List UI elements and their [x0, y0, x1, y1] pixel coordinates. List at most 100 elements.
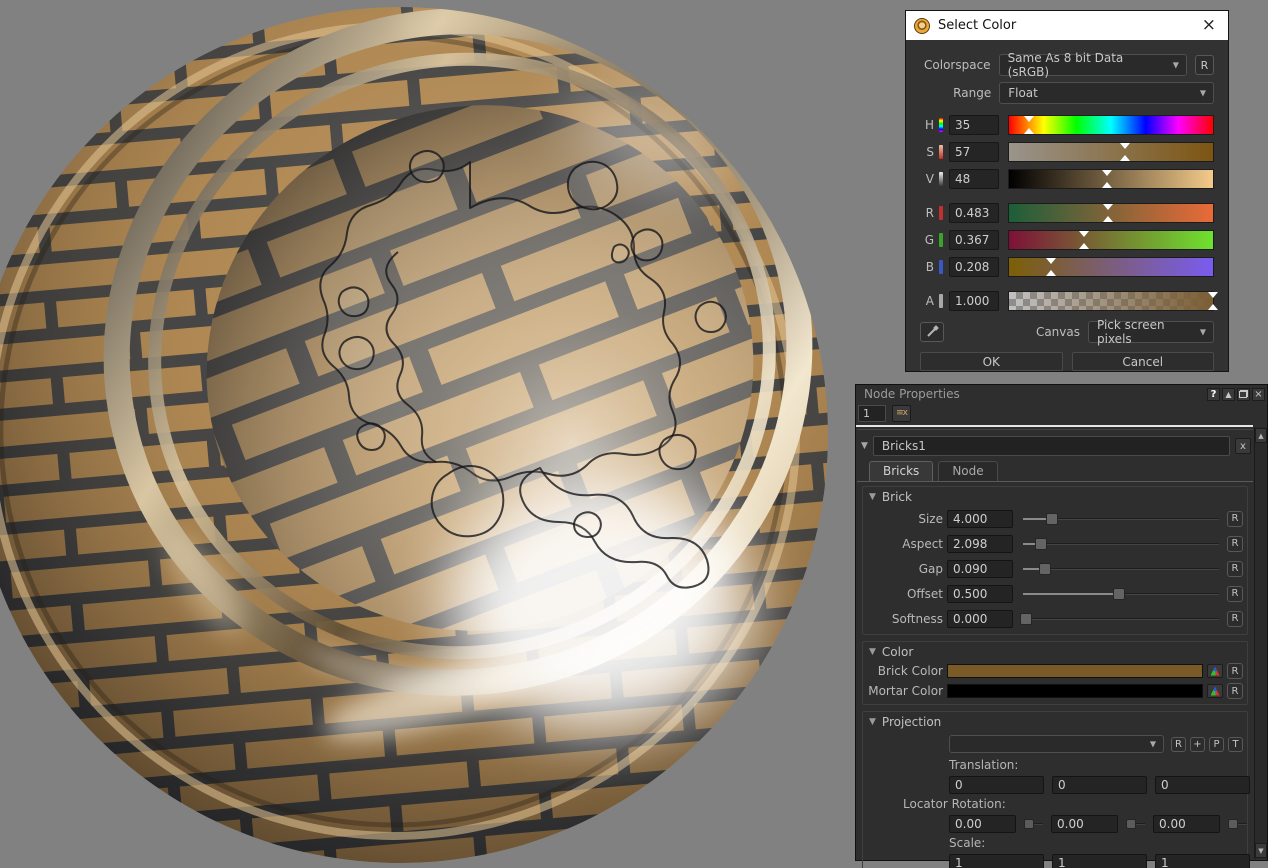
slider-thumb[interactable]	[1046, 513, 1058, 525]
offset-input[interactable]	[947, 585, 1013, 603]
node-properties-panel: Node Properties ? ▲ × ≡x ▲ ▼ ▼ Bricks1 x…	[855, 384, 1268, 861]
blue-value-input[interactable]	[949, 257, 999, 277]
translation-z-input[interactable]	[1155, 776, 1250, 794]
tab-bricks[interactable]: Bricks	[869, 461, 933, 481]
reset-button[interactable]: R	[1227, 611, 1243, 627]
value-slider[interactable]	[1008, 169, 1214, 189]
softness-input[interactable]	[947, 610, 1013, 628]
scroll-down-icon[interactable]: ▼	[1255, 843, 1267, 858]
group-projection-header[interactable]: ▼ Projection	[863, 712, 1247, 731]
slider-marker-bottom[interactable]	[1079, 243, 1089, 249]
slider-marker-top[interactable]	[1046, 258, 1056, 264]
scale-x-input[interactable]	[949, 854, 1044, 868]
slider-marker-top[interactable]	[1079, 231, 1089, 237]
slider-marker-bottom[interactable]	[1102, 182, 1112, 188]
help-icon[interactable]: ?	[1207, 388, 1220, 401]
value-value-input[interactable]	[949, 169, 999, 189]
softness-slider[interactable]	[1023, 610, 1219, 628]
group-brick-header[interactable]: ▼ Brick	[863, 487, 1247, 506]
rotation-z-input[interactable]	[1153, 815, 1220, 833]
rotation-y-input[interactable]	[1051, 815, 1118, 833]
size-input[interactable]	[947, 510, 1013, 528]
cancel-button[interactable]: Cancel	[1072, 352, 1215, 371]
hue-slider[interactable]	[1008, 115, 1214, 135]
panel-titlebar[interactable]: Node Properties ? ▲ ×	[856, 385, 1267, 402]
rotation-x-mini-slider[interactable]	[1024, 819, 1043, 829]
pick-button[interactable]: P	[1209, 737, 1224, 752]
close-icon[interactable]: ×	[1198, 17, 1220, 34]
slider-marker-bottom[interactable]	[1046, 270, 1056, 276]
alpha-slider[interactable]	[1008, 291, 1214, 311]
max-panels-input[interactable]	[858, 405, 886, 422]
clear-panels-button[interactable]: ≡x	[892, 405, 911, 422]
gap-slider[interactable]	[1023, 560, 1219, 578]
translation-x-input[interactable]	[949, 776, 1044, 794]
slider-thumb[interactable]	[1020, 613, 1032, 625]
rotation-y-mini-slider[interactable]	[1126, 819, 1145, 829]
mortar-color-swatch[interactable]	[947, 684, 1203, 698]
offset-slider[interactable]	[1023, 585, 1219, 603]
node-name-field[interactable]: Bricks1	[873, 436, 1230, 456]
slider-marker-top[interactable]	[1024, 116, 1034, 122]
group-color-header[interactable]: ▼ Color	[863, 642, 1247, 661]
reset-button[interactable]: R	[1227, 561, 1243, 577]
scroll-up-icon[interactable]: ▲	[1255, 428, 1267, 443]
aspect-slider[interactable]	[1023, 535, 1219, 553]
size-slider[interactable]	[1023, 510, 1219, 528]
collapse-icon[interactable]: ▼	[861, 441, 868, 451]
rotation-z-mini-slider[interactable]	[1228, 819, 1247, 829]
saturation-value-input[interactable]	[949, 142, 999, 162]
rotation-x-input[interactable]	[949, 815, 1016, 833]
slider-marker-bottom[interactable]	[1024, 128, 1034, 134]
slider-marker-top[interactable]	[1102, 170, 1112, 176]
slider-marker-bottom[interactable]	[1120, 155, 1130, 161]
reset-button[interactable]: R	[1171, 737, 1186, 752]
saturation-slider[interactable]	[1008, 142, 1214, 162]
close-icon[interactable]: ×	[1252, 388, 1265, 401]
scale-y-input[interactable]	[1052, 854, 1147, 868]
color-wheel-button[interactable]	[1207, 684, 1223, 698]
red-value-input[interactable]	[949, 203, 999, 223]
reset-button[interactable]: R	[1227, 663, 1243, 679]
colorspace-dropdown[interactable]: Same As 8 bit Data (sRGB) ▼	[999, 54, 1187, 76]
ok-button[interactable]: OK	[920, 352, 1063, 371]
brick-color-swatch[interactable]	[947, 664, 1203, 678]
alpha-value-input[interactable]	[949, 291, 999, 311]
float-window-icon[interactable]	[1237, 388, 1250, 401]
close-node-panel-button[interactable]: x	[1235, 438, 1251, 454]
blue-slider[interactable]	[1008, 257, 1214, 277]
slider-marker-top[interactable]	[1208, 292, 1218, 298]
track-button[interactable]: T	[1228, 737, 1243, 752]
add-button[interactable]: +	[1190, 737, 1205, 752]
scrollbar[interactable]: ▲ ▼	[1254, 427, 1267, 859]
reset-button[interactable]: R	[1227, 683, 1243, 699]
tab-node[interactable]: Node	[938, 461, 997, 481]
slider-marker-bottom[interactable]	[1103, 216, 1113, 222]
reset-button[interactable]: R	[1227, 511, 1243, 527]
minimize-icon[interactable]: ▲	[1222, 388, 1235, 401]
green-value-input[interactable]	[949, 230, 999, 250]
dialog-titlebar[interactable]: Select Color ×	[906, 11, 1228, 40]
color-wheel-button[interactable]	[1207, 664, 1223, 678]
slider-marker-bottom[interactable]	[1208, 304, 1218, 310]
scale-z-input[interactable]	[1155, 854, 1250, 868]
translation-y-input[interactable]	[1052, 776, 1147, 794]
slider-thumb[interactable]	[1113, 588, 1125, 600]
canvas-mode-dropdown[interactable]: Pick screen pixels ▼	[1088, 321, 1214, 343]
slider-thumb[interactable]	[1035, 538, 1047, 550]
reset-colorspace-button[interactable]: R	[1195, 55, 1214, 75]
gap-input[interactable]	[947, 560, 1013, 578]
range-dropdown[interactable]: Float ▼	[999, 82, 1214, 104]
green-slider[interactable]	[1008, 230, 1214, 250]
red-slider[interactable]	[1008, 203, 1214, 223]
aspect-input[interactable]	[947, 535, 1013, 553]
slider-marker-top[interactable]	[1120, 143, 1130, 149]
slider-marker-top[interactable]	[1103, 204, 1113, 210]
eyedropper-button[interactable]	[920, 322, 944, 342]
group-brick: ▼ Brick Size R Aspect R	[862, 486, 1248, 635]
slider-thumb[interactable]	[1039, 563, 1051, 575]
hue-value-input[interactable]	[949, 115, 999, 135]
projection-dropdown[interactable]: ▼	[949, 735, 1164, 753]
reset-button[interactable]: R	[1227, 586, 1243, 602]
reset-button[interactable]: R	[1227, 536, 1243, 552]
